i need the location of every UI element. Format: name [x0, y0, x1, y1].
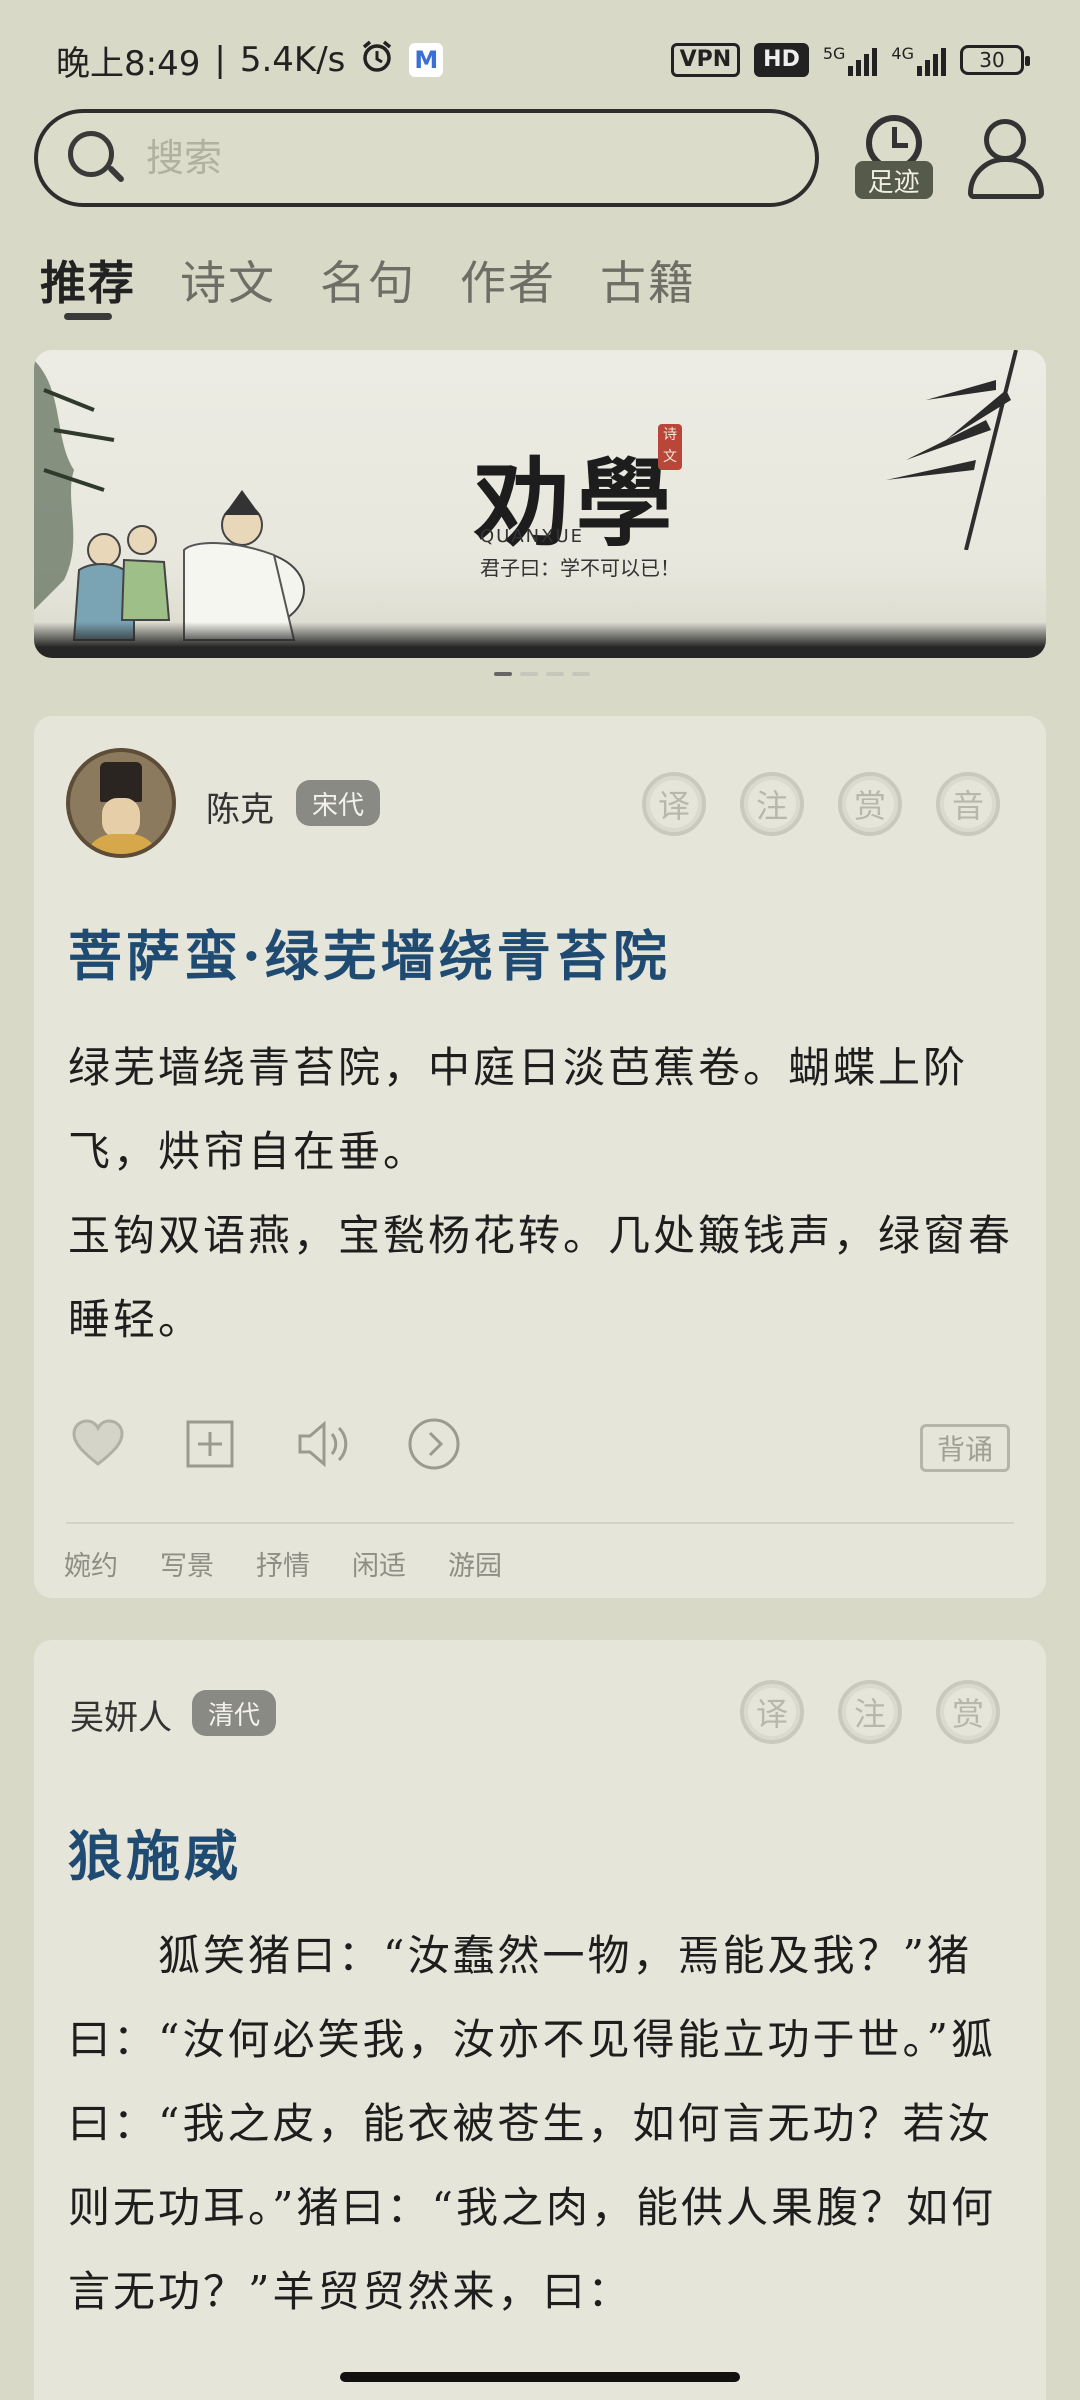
carousel-indicator	[494, 672, 590, 676]
banner-seal: 诗文	[658, 424, 682, 470]
banner-subtitle: QUANXUE	[480, 526, 584, 547]
signal-5g-icon: 5G	[823, 44, 878, 76]
status-net-speed: 5.4K/s	[239, 40, 346, 80]
annotation-stamps: 译 注 赏	[740, 1680, 1000, 1744]
status-time: 晚上8:49	[56, 43, 201, 84]
translation-stamp-button[interactable]: 译	[740, 1680, 804, 1744]
signal-5g-label: 5G	[822, 44, 846, 63]
heart-icon[interactable]	[70, 1416, 126, 1472]
notes-stamp-button[interactable]: 注	[740, 772, 804, 836]
alarm-icon	[359, 38, 395, 83]
poem-paragraph: 狐笑猪曰：“汝蠢然一物，焉能及我？”猪曰：“汝何必笑我，汝亦不见得能立功于世。”…	[68, 1931, 996, 2316]
home-indicator[interactable]	[340, 2372, 740, 2382]
battery-icon: 30	[960, 45, 1030, 75]
tab-classics[interactable]: 古籍	[600, 247, 696, 313]
search-input[interactable]	[146, 136, 746, 180]
author-name[interactable]: 吴妍人	[70, 1690, 172, 1739]
profile-icon[interactable]	[966, 115, 1046, 201]
tag-item[interactable]: 游园	[448, 1544, 502, 1583]
status-left: 晚上8:49 | 5.4K/s M	[56, 36, 444, 85]
speaker-icon[interactable]	[294, 1416, 350, 1472]
dynasty-badge: 宋代	[296, 780, 381, 826]
annotation-stamps: 译 注 赏 音	[642, 772, 1000, 836]
poem-card[interactable]: 吴妍人 清代 译 注 赏 狼施威 狐笑猪曰：“汝蠢然一物，焉能及我？”猪曰：“汝…	[34, 1640, 1046, 2400]
carousel-dot[interactable]	[546, 672, 564, 676]
poem-card[interactable]: 陈克 宋代 译 注 赏 音 菩萨蛮·绿芜墙绕青苔院 绿芜墙绕青苔院，中庭日淡芭蕉…	[34, 716, 1046, 1598]
ink-wash-border	[34, 622, 1046, 658]
search-row: 足迹	[34, 108, 1046, 208]
poem-stanza: 玉钩双语燕，宝甃杨花转。几处簸钱声，绿窗春睡轻。	[68, 1211, 1014, 1344]
status-separator: |	[214, 40, 226, 80]
poem-title[interactable]: 菩萨蛮·绿芜墙绕青苔院	[68, 912, 671, 991]
bamboo-illustration	[886, 350, 1018, 550]
status-right: VPN HD 5G 4G 30	[670, 43, 1030, 77]
poem-body: 狐笑猪曰：“汝蠢然一物，焉能及我？”猪曰：“汝何必笑我，汝亦不见得能立功于世。”…	[68, 1914, 1014, 2334]
carousel-dot[interactable]	[572, 672, 590, 676]
poem-title[interactable]: 狼施威	[68, 1812, 242, 1891]
search-box[interactable]	[34, 109, 819, 207]
tab-authors[interactable]: 作者	[460, 247, 556, 313]
appreciation-stamp-button[interactable]: 赏	[838, 772, 902, 836]
signal-4g-label: 4G	[891, 44, 914, 63]
footprint-button[interactable]: 足迹	[854, 115, 933, 201]
add-to-collection-icon[interactable]	[182, 1416, 238, 1472]
scholar-illustration	[34, 360, 305, 641]
tab-quotes[interactable]: 名句	[320, 247, 416, 313]
carousel-dot[interactable]	[520, 672, 538, 676]
tab-poems[interactable]: 诗文	[180, 247, 276, 313]
translation-stamp-button[interactable]: 译	[642, 772, 706, 836]
card-actions	[70, 1416, 518, 1472]
chevron-right-icon[interactable]	[406, 1416, 462, 1472]
divider	[66, 1522, 1014, 1524]
recite-button[interactable]: 背诵	[919, 1424, 1010, 1472]
poem-stanza: 绿芜墙绕青苔院，中庭日淡芭蕉卷。蝴蝶上阶飞，烘帘自在垂。	[68, 1043, 969, 1176]
notes-stamp-button[interactable]: 注	[838, 1680, 902, 1744]
category-tabs: 推荐 诗文 名句 作者 古籍	[40, 240, 696, 320]
status-bar: 晚上8:49 | 5.4K/s M VPN HD 5G 4G 30	[0, 0, 1080, 120]
signal-4g-icon: 4G	[891, 44, 946, 76]
author-avatar[interactable]	[66, 748, 176, 858]
banner-carousel[interactable]: 劝學 诗文 QUANXUE 君子曰：学不可以已！	[34, 350, 1046, 658]
audio-stamp-button[interactable]: 音	[936, 772, 1000, 836]
appreciation-stamp-button[interactable]: 赏	[936, 1680, 1000, 1744]
tag-item[interactable]: 闲适	[352, 1544, 406, 1583]
hd-badge: HD	[754, 43, 809, 77]
vpn-badge: VPN	[670, 43, 741, 77]
tag-item[interactable]: 婉约	[64, 1544, 118, 1583]
tag-list: 婉约 写景 抒情 闲适 游园	[64, 1544, 502, 1583]
search-icon	[66, 129, 126, 187]
dynasty-badge: 清代	[192, 1690, 277, 1736]
mail-icon: M	[409, 43, 444, 77]
footprint-label: 足迹	[854, 161, 933, 199]
battery-level: 30	[979, 48, 1005, 72]
tag-item[interactable]: 抒情	[256, 1544, 310, 1583]
author-name[interactable]: 陈克	[206, 782, 274, 831]
tag-item[interactable]: 写景	[160, 1544, 214, 1583]
carousel-dot[interactable]	[494, 672, 512, 676]
banner-quote: 君子曰：学不可以已！	[480, 556, 680, 580]
poem-body: 绿芜墙绕青苔院，中庭日淡芭蕉卷。蝴蝶上阶飞，烘帘自在垂。 玉钩双语燕，宝甃杨花转…	[68, 1026, 1014, 1362]
tab-recommend[interactable]: 推荐	[40, 247, 136, 320]
